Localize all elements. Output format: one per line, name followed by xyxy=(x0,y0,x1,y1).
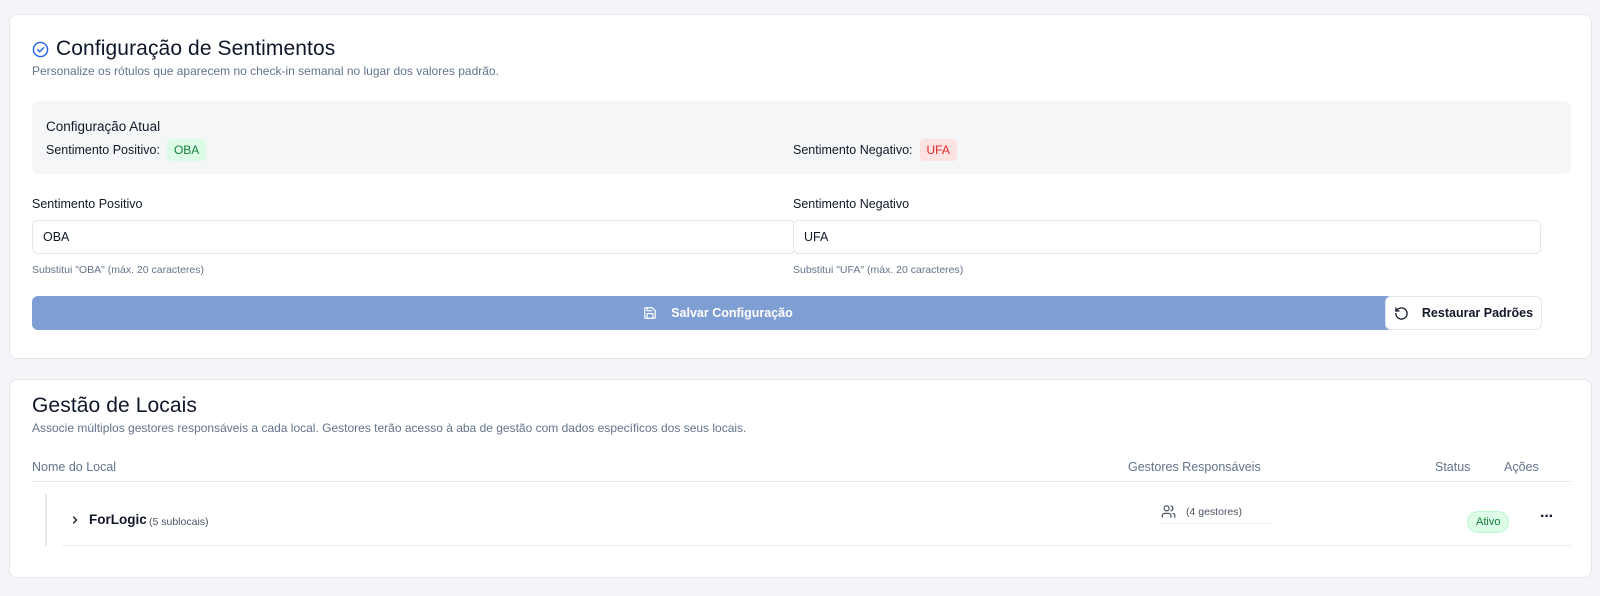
negative-field-label: Sentimento Negativo xyxy=(793,197,910,211)
column-header-managers: Gestores Responsáveis xyxy=(1128,460,1261,474)
sublocations-count: (5 sublocais) xyxy=(149,516,209,528)
location-name[interactable]: ForLogic xyxy=(89,512,147,527)
restore-defaults-label: Restaurar Padrões xyxy=(1421,306,1534,320)
locations-subtitle: Associe múltiplos gestores responsáveis … xyxy=(32,421,747,435)
save-icon xyxy=(644,307,657,319)
current-positive-label: Sentimento Positivo: xyxy=(46,143,160,157)
sentiment-subtitle: Personalize os rótulos que aparecem no c… xyxy=(32,64,499,78)
users-icon xyxy=(1161,505,1176,518)
managers-underline xyxy=(1161,523,1271,524)
rotate-ccw-icon xyxy=(1395,306,1408,320)
negative-sentiment-input[interactable] xyxy=(793,220,1541,254)
save-config-button[interactable]: Salvar Configuração xyxy=(32,296,1404,330)
current-negative-label: Sentimento Negativo: xyxy=(793,143,913,157)
current-positive-badge: OBA xyxy=(166,139,207,161)
circle-check-icon xyxy=(32,41,49,57)
positive-sentiment-input[interactable] xyxy=(32,220,796,254)
positive-field-hint: Substitui "OBA" (máx. 20 caracteres) xyxy=(32,264,205,276)
sentiment-config-card: Configuração de Sentimentos Personalize … xyxy=(9,14,1592,359)
managers-button[interactable]: (4 gestores) xyxy=(1161,504,1242,519)
sentiment-title-row: Configuração de Sentimentos xyxy=(32,37,335,61)
managers-count: (4 gestores) xyxy=(1186,505,1243,518)
table-header-divider xyxy=(32,481,1571,482)
status-badge: Ativo xyxy=(1467,511,1510,533)
column-header-name: Nome do Local xyxy=(32,460,117,474)
chevron-right-icon[interactable] xyxy=(69,514,81,526)
negative-field-hint: Substitui "UFA" (máx. 20 caracteres) xyxy=(793,264,964,276)
current-negative-badge: UFA xyxy=(919,139,957,161)
current-config-box: Configuração Atual Sentimento Positivo: … xyxy=(32,101,1571,174)
more-horizontal-icon[interactable]: ··· xyxy=(1540,508,1554,526)
locations-title: Gestão de Locais xyxy=(32,394,198,417)
current-negative: Sentimento Negativo: UFA xyxy=(793,139,957,161)
locations-card: Gestão de Locais Associe múltiplos gesto… xyxy=(9,379,1592,578)
row-indent-line xyxy=(45,494,47,546)
save-config-label: Salvar Configuração xyxy=(671,306,793,320)
restore-defaults-button[interactable]: Restaurar Padrões xyxy=(1385,296,1542,330)
column-header-actions: Ações xyxy=(1504,460,1539,474)
sentiment-title: Configuração de Sentimentos xyxy=(56,37,336,60)
column-header-status: Status xyxy=(1435,460,1471,474)
positive-field-label: Sentimento Positivo xyxy=(32,197,143,211)
row-divider xyxy=(62,545,1571,546)
current-positive: Sentimento Positivo: OBA xyxy=(46,139,207,161)
current-config-title: Configuração Atual xyxy=(46,119,161,134)
